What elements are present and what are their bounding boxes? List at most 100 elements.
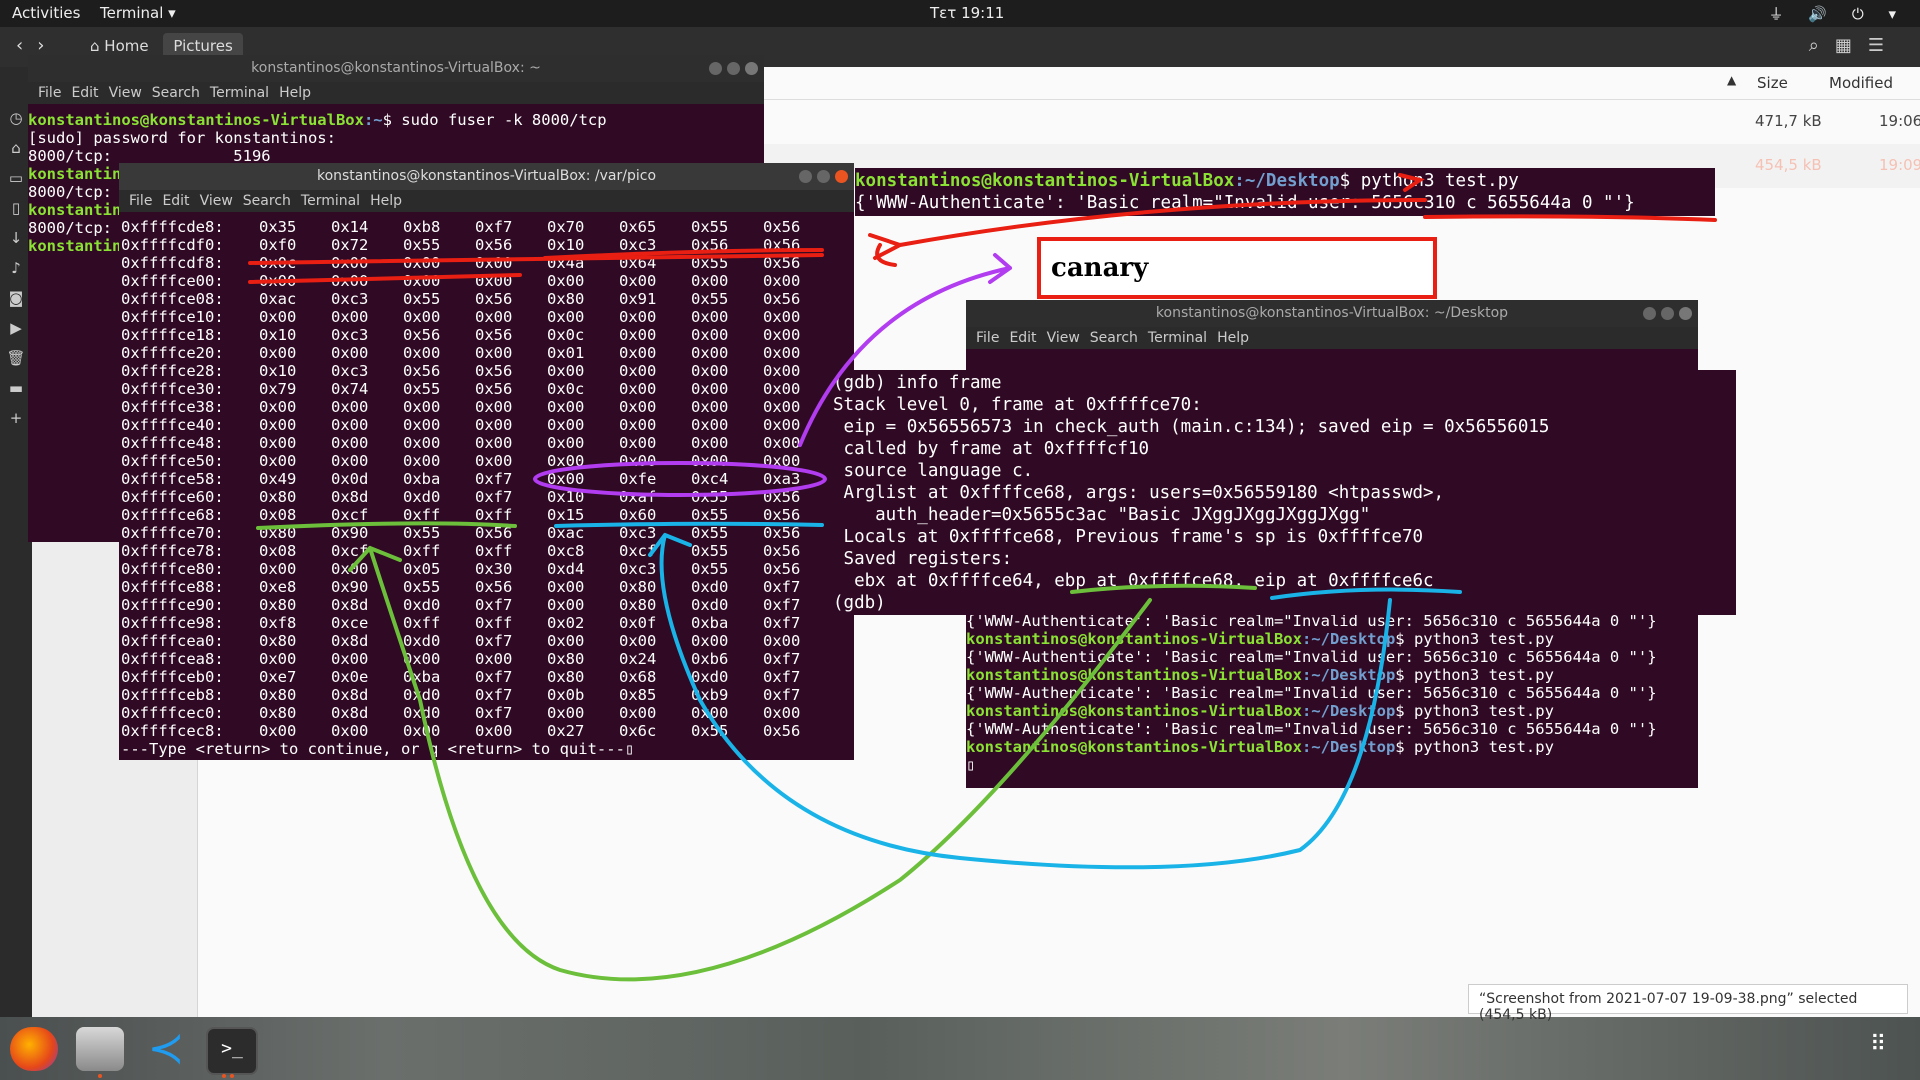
memory-address: 0xffffcdf8: <box>121 254 224 272</box>
memory-byte: 0x80 <box>547 668 585 686</box>
maximize-icon[interactable] <box>1661 307 1674 320</box>
memory-byte: 0xd0 <box>691 578 729 596</box>
memory-byte: 0x68 <box>619 668 657 686</box>
close-icon[interactable] <box>745 62 758 75</box>
memory-byte: 0x55 <box>691 524 729 542</box>
memory-byte: 0x55 <box>691 290 729 308</box>
memory-byte: 0xff <box>403 542 441 560</box>
menu-file[interactable]: File <box>129 193 152 209</box>
terminal-icon[interactable]: >_ <box>206 1027 258 1075</box>
terminal-menubar: File Edit View Search Terminal Help <box>966 327 1698 349</box>
memory-byte: 0x4a <box>547 254 585 272</box>
canary-label: canary <box>1037 237 1437 299</box>
menu-view[interactable]: View <box>109 85 142 101</box>
menu-help[interactable]: Help <box>370 193 402 209</box>
app-menu[interactable]: Terminal ▾ <box>100 4 176 22</box>
menu-view[interactable]: View <box>1047 330 1080 346</box>
menu-view[interactable]: View <box>200 193 233 209</box>
memory-byte: 0x00 <box>475 650 513 668</box>
memory-byte: 0xac <box>259 290 297 308</box>
vscode-icon[interactable]: ≺ <box>142 1027 190 1071</box>
memory-byte: 0x00 <box>691 434 729 452</box>
menu-terminal[interactable]: Terminal <box>210 85 269 101</box>
gdb-line: Arglist at 0xffffce68, args: users=0x565… <box>833 483 1445 503</box>
menu-file[interactable]: File <box>38 85 61 101</box>
memory-byte: 0x56 <box>475 524 513 542</box>
cursor: ▯ <box>624 740 635 758</box>
memory-byte: 0x65 <box>619 218 657 236</box>
maximize-icon[interactable] <box>817 170 830 183</box>
memory-byte: 0x00 <box>547 398 585 416</box>
memory-byte: 0x85 <box>619 686 657 704</box>
memory-byte: 0x00 <box>619 416 657 434</box>
memory-byte: 0xc3 <box>331 326 369 344</box>
menu-edit[interactable]: Edit <box>162 193 189 209</box>
sort-arrow-icon[interactable]: ▲ <box>1727 73 1736 87</box>
activities-button[interactable]: Activities <box>12 4 80 22</box>
memory-byte: 0x00 <box>403 344 441 362</box>
column-size[interactable]: Size <box>1757 74 1788 92</box>
memory-address: 0xffffce38: <box>121 398 224 416</box>
menu-file[interactable]: File <box>976 330 999 346</box>
close-icon[interactable] <box>835 170 848 183</box>
menu-help[interactable]: Help <box>279 85 311 101</box>
memory-row: 0xffffceb0: 0xe7 0x0e 0xba 0xf7 0x80 0x68 0xd0 0… <box>121 668 835 686</box>
minimize-icon[interactable] <box>709 62 722 75</box>
memory-byte: 0xc4 <box>691 470 729 488</box>
prompt-fragment: konstantin <box>28 237 122 255</box>
memory-byte: 0xf7 <box>475 470 513 488</box>
back-forward-icons[interactable]: ‹› <box>16 35 58 56</box>
menu-search[interactable]: Search <box>152 85 200 101</box>
memory-byte: 0x00 <box>475 272 513 290</box>
memory-byte: 0x08 <box>259 506 297 524</box>
column-modified[interactable]: Modified <box>1829 74 1893 92</box>
memory-address: 0xffffce80: <box>121 560 224 578</box>
memory-byte: 0x00 <box>475 398 513 416</box>
files-icon[interactable] <box>76 1027 124 1071</box>
show-applications-icon[interactable]: ⠿ <box>1870 1032 1886 1057</box>
memory-row: 0xffffce40: 0x00 0x00 0x00 0x00 0x00 0x00 0x00 0… <box>121 416 835 434</box>
memory-byte: 0x10 <box>547 236 585 254</box>
memory-address: 0xffffce60: <box>121 488 224 506</box>
memory-byte: 0x00 <box>475 308 513 326</box>
memory-address: 0xffffce10: <box>121 308 224 326</box>
menu-edit[interactable]: Edit <box>1009 330 1036 346</box>
menu-search[interactable]: Search <box>1090 330 1138 346</box>
minimize-icon[interactable] <box>1643 307 1656 320</box>
memory-byte: 0x00 <box>547 434 585 452</box>
menu-edit[interactable]: Edit <box>71 85 98 101</box>
memory-byte: 0xb9 <box>691 686 729 704</box>
memory-byte: 0x00 <box>763 380 801 398</box>
memory-byte: 0x00 <box>547 704 585 722</box>
menu-search[interactable]: Search <box>243 193 291 209</box>
maximize-icon[interactable] <box>727 62 740 75</box>
menu-help[interactable]: Help <box>1217 330 1249 346</box>
clock[interactable]: Τετ 19:11 <box>930 4 1004 22</box>
memory-byte: 0x56 <box>475 380 513 398</box>
memory-row: 0xffffce28: 0x10 0xc3 0x56 0x56 0x00 0x00 0x00 0… <box>121 362 835 380</box>
memory-byte: 0x00 <box>331 416 369 434</box>
terminal-titlebar[interactable]: konstantinos@konstantinos-VirtualBox: ~/… <box>966 300 1698 327</box>
header-toolbar-icons[interactable]: ⌕▦☰ <box>1809 35 1900 56</box>
memory-row: 0xffffce00: 0x00 0x00 0x00 0x00 0x00 0x00 0x00 0… <box>121 272 835 290</box>
memory-row: 0xffffcea8: 0x00 0x00 0x00 0x00 0x80 0x24 0xb6 0… <box>121 650 835 668</box>
file-modified: 19:09 <box>1879 156 1920 174</box>
memory-row: 0xffffce90: 0x80 0x8d 0xd0 0xf7 0x00 0x80 0xd0 0… <box>121 596 835 614</box>
memory-byte: 0x56 <box>475 578 513 596</box>
firefox-icon[interactable] <box>10 1027 58 1071</box>
terminal-window-gdb[interactable]: konstantinos@konstantinos-VirtualBox: /v… <box>119 163 854 760</box>
menu-terminal[interactable]: Terminal <box>301 193 360 209</box>
memory-address: 0xffffce68: <box>121 506 224 524</box>
terminal-titlebar[interactable]: konstantinos@konstantinos-VirtualBox: /v… <box>119 163 854 190</box>
system-menu-icons[interactable]: ⏚ 🔊 ⏻ ▾ <box>1769 3 1906 24</box>
prompt-path: :~/Desktop <box>1301 702 1396 720</box>
menu-terminal[interactable]: Terminal <box>1148 330 1207 346</box>
memory-byte: 0xf8 <box>259 614 297 632</box>
memory-byte: 0x8d <box>331 704 369 722</box>
close-icon[interactable] <box>1679 307 1692 320</box>
memory-byte: 0x80 <box>547 290 585 308</box>
minimize-icon[interactable] <box>799 170 812 183</box>
memory-address: 0xffffcdf0: <box>121 236 224 254</box>
terminal-titlebar[interactable]: konstantinos@konstantinos-VirtualBox: ~ <box>28 55 764 82</box>
command: $ python3 test.py <box>1395 666 1554 684</box>
